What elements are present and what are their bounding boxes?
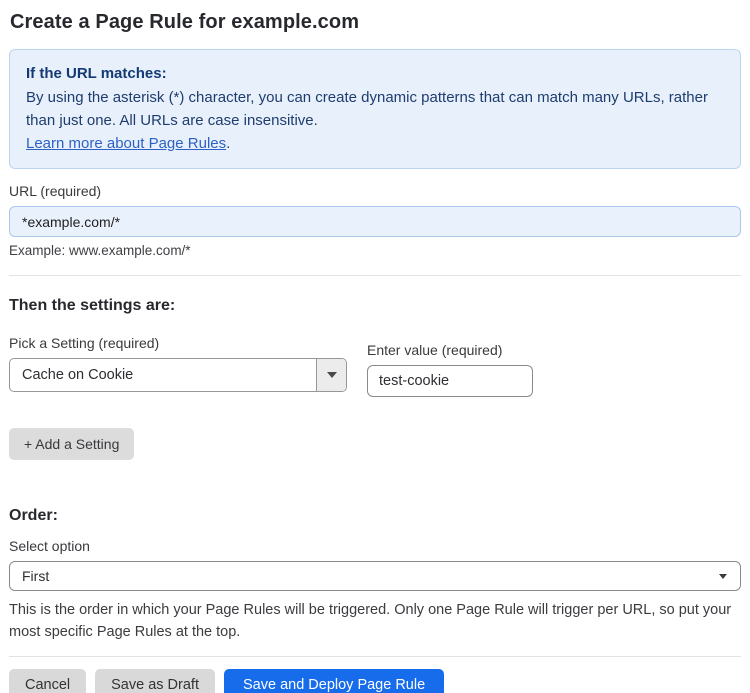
setting-value-input[interactable] xyxy=(367,365,533,397)
section-divider xyxy=(9,275,741,276)
add-setting-button[interactable]: + Add a Setting xyxy=(9,428,135,460)
cancel-button[interactable]: Cancel xyxy=(9,669,87,693)
settings-section-heading: Then the settings are: xyxy=(9,297,176,314)
footer-actions: Cancel Save as Draft Save and Deploy Pag… xyxy=(9,669,741,693)
setting-picker-column: Pick a Setting (required) Cache on Cooki… xyxy=(9,335,347,392)
save-and-deploy-button[interactable]: Save and Deploy Page Rule xyxy=(223,669,445,693)
setting-row: Pick a Setting (required) Cache on Cooki… xyxy=(9,335,741,397)
order-select[interactable]: First xyxy=(9,561,741,591)
info-box-heading: If the URL matches: xyxy=(26,65,167,82)
link-suffix: . xyxy=(226,135,231,152)
order-help-text: This is the order in which your Page Rul… xyxy=(9,602,732,640)
order-section-heading: Order: xyxy=(9,507,58,524)
footer-divider xyxy=(9,656,741,657)
chevron-down-icon xyxy=(719,574,727,579)
setting-picker-label: Pick a Setting (required) xyxy=(9,335,160,351)
create-page-rule-form: Create a Page Rule for example.com If th… xyxy=(0,0,750,693)
setting-select[interactable]: Cache on Cookie xyxy=(9,358,347,392)
order-select-value: First xyxy=(22,568,50,584)
save-as-draft-button[interactable]: Save as Draft xyxy=(95,669,215,693)
order-select-label: Select option xyxy=(9,538,90,554)
page-title: Create a Page Rule for example.com xyxy=(10,11,360,33)
url-input[interactable] xyxy=(9,206,741,237)
setting-select-arrow-button[interactable] xyxy=(316,359,346,391)
url-field-label: URL (required) xyxy=(9,183,102,199)
url-match-info-box: If the URL matches: By using the asteris… xyxy=(9,49,741,169)
info-box-link-line: Learn more about Page Rules. xyxy=(26,132,724,155)
info-box-body-text: By using the asterisk (*) character, you… xyxy=(26,89,708,129)
url-example-hint: Example: www.example.com/* xyxy=(9,243,191,258)
info-box-body: By using the asterisk (*) character, you… xyxy=(26,86,724,132)
setting-value-column: Enter value (required) xyxy=(367,342,533,397)
setting-value-label: Enter value (required) xyxy=(367,342,503,358)
chevron-down-icon xyxy=(326,372,337,378)
learn-more-link[interactable]: Learn more about Page Rules xyxy=(26,135,226,152)
setting-select-value: Cache on Cookie xyxy=(22,367,134,383)
